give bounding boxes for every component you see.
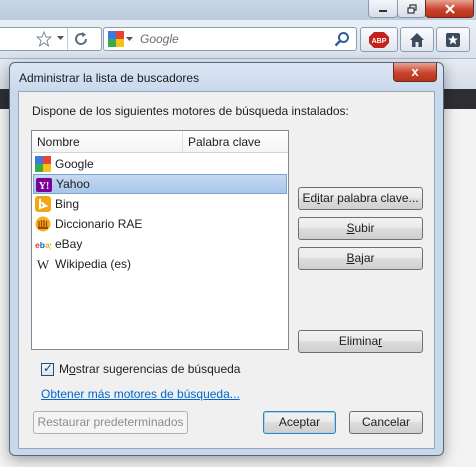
list-header: Nombre Palabra clave [32, 131, 288, 153]
wikipedia-icon: W [37, 257, 50, 272]
remove-button[interactable]: Eliminar [298, 330, 423, 353]
svg-text:Y!: Y! [39, 181, 50, 192]
suggestions-checkbox[interactable]: ✓ [41, 361, 54, 376]
column-header-keyword[interactable]: Palabra clave [188, 135, 261, 149]
more-engines-link[interactable]: Obtener más motores de búsqueda... [41, 387, 240, 401]
restore-icon [406, 3, 417, 14]
dialog-body: Dispone de los siguientes motores de bús… [18, 91, 435, 449]
engine-name: Diccionario RAE [55, 217, 143, 231]
bookmarks-icon [446, 32, 460, 47]
home-button[interactable] [400, 27, 434, 52]
accept-button[interactable]: Aceptar [263, 411, 336, 434]
rae-icon [35, 216, 51, 232]
reload-icon[interactable] [73, 31, 89, 47]
move-down-button[interactable]: Bajar [298, 247, 423, 270]
google-icon[interactable] [108, 31, 124, 47]
restore-button[interactable] [397, 0, 426, 18]
ebay-icon: ebay [35, 240, 51, 250]
engine-name: Yahoo [56, 177, 90, 191]
adblock-icon: ABP [369, 31, 389, 48]
column-header-name[interactable]: Nombre [37, 135, 80, 149]
url-bar[interactable] [0, 27, 102, 51]
list-item-selected[interactable]: Y! Yahoo [33, 174, 287, 194]
search-icon[interactable] [334, 31, 350, 47]
home-icon [410, 32, 424, 47]
engine-name: Google [55, 157, 94, 171]
engines-list[interactable]: Nombre Palabra clave Google Y! Yahoo Bin… [31, 130, 289, 350]
list-item[interactable]: W Wikipedia (es) [33, 254, 287, 274]
dialog-title: Administrar la lista de buscadores [19, 71, 200, 85]
restore-defaults-button[interactable]: Restaurar predeterminados [33, 411, 188, 434]
svg-text:ABP: ABP [372, 38, 387, 45]
intro-label: Dispone de los siguientes motores de bús… [32, 104, 349, 118]
list-item[interactable]: Google [33, 154, 287, 174]
list-item[interactable]: ebay eBay [33, 234, 287, 254]
bookmark-star-icon[interactable] [36, 31, 52, 47]
search-input[interactable]: Google [140, 32, 179, 46]
list-item[interactable]: Diccionario RAE [33, 214, 287, 234]
close-icon: x [411, 64, 419, 79]
engine-name: eBay [55, 237, 83, 251]
browser-title-bar [0, 0, 476, 20]
svg-text:ebay: ebay [35, 240, 51, 250]
adblock-button[interactable]: ABP [360, 27, 398, 52]
move-up-button[interactable]: Subir [298, 217, 423, 240]
minimize-button[interactable] [368, 0, 398, 18]
svg-text:W: W [37, 257, 50, 272]
list-item[interactable]: Bing [33, 194, 287, 214]
search-bar[interactable]: Google [103, 27, 357, 51]
close-icon [444, 3, 455, 14]
manage-search-engines-dialog: Administrar la lista de buscadores x Dis… [9, 62, 444, 456]
edit-keyword-button[interactable]: Editar palabra clave... [298, 187, 423, 210]
google-icon [35, 156, 51, 172]
checkmark-icon: ✓ [43, 361, 54, 375]
yahoo-icon: Y! [36, 178, 52, 192]
dialog-close-button[interactable]: x [393, 63, 437, 82]
browser-close-button[interactable] [425, 0, 474, 18]
navigation-toolbar: Google ABP [0, 20, 476, 59]
cancel-button[interactable]: Cancelar [349, 411, 423, 434]
engine-dropdown-icon[interactable] [126, 37, 133, 42]
suggestions-label[interactable]: Mostrar sugerencias de búsqueda [59, 362, 240, 376]
chevron-down-icon[interactable] [57, 36, 64, 41]
engine-name: Wikipedia (es) [55, 257, 132, 271]
minimize-icon [379, 9, 387, 12]
engine-name: Bing [55, 197, 80, 211]
bookmarks-menu-button[interactable] [436, 27, 470, 52]
bing-icon [35, 196, 51, 212]
